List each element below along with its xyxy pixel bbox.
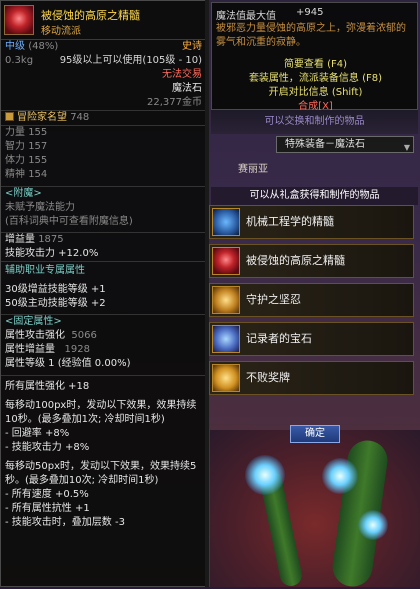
option-compare[interactable]: 开启对比信息 (Shift) xyxy=(212,83,419,98)
grade-row: 中级 (48%) 史诗 xyxy=(1,40,206,54)
category-dropdown[interactable]: 特殊装备－魔法石 ▼ xyxy=(276,136,414,153)
level-requirement: 95级以上可以使用(105级 - 10) xyxy=(59,55,202,66)
list-header: 可以从礼盒获得和制作的物品 xyxy=(211,187,418,205)
assist-heading: 辅助职业专属属性 xyxy=(5,265,85,276)
effect-section: 所有属性强化 +18 每移动100px时，发动以下效果，效果持续10秒。(最多叠… xyxy=(1,375,206,530)
list-item-label: 被侵蚀的高原之精髓 xyxy=(246,254,345,267)
item-price: 22,377金币 xyxy=(147,97,202,108)
option-brief-view[interactable]: 简要查看 (F4) xyxy=(212,55,419,70)
list-item[interactable]: 不败奖牌 xyxy=(209,361,414,395)
assist-section: 辅助职业专属属性 30级增益技能等级 +1 50级主动技能等级 +2 xyxy=(1,261,206,311)
effect-line: - 技能攻击力 +8% xyxy=(5,442,90,453)
glow-orb xyxy=(358,510,388,540)
item-grade: 中级 xyxy=(5,41,25,52)
assist-line: 30级增益技能等级 +1 xyxy=(5,284,106,295)
boost-row: 增益量 1875 xyxy=(5,234,64,245)
tooltip-header: 被侵蚀的高原之精髓 移动流派 xyxy=(1,1,206,40)
red-gem-icon xyxy=(212,247,240,275)
boost-section: 增益量 1875 技能攻击力 +12.0% xyxy=(1,232,206,261)
item-list: 机械工程学的精髓 被侵蚀的高原之精髓 守护之坚忍 记录者的宝石 不败奖牌 xyxy=(209,205,414,400)
gear-gem-icon xyxy=(212,208,240,236)
fame-label: 冒险家名望 xyxy=(17,112,67,123)
glow-orb xyxy=(322,458,358,494)
stat-row: 力量 155 xyxy=(5,127,48,138)
stats-section: 力量 155 智力 157 体力 155 精神 154 xyxy=(1,125,206,182)
weight-row: 0.3kg 95级以上可以使用(105级 - 10) xyxy=(1,54,206,68)
confirm-button[interactable]: 确定 xyxy=(290,425,340,443)
item-name: 被侵蚀的高原之精髓 xyxy=(41,9,140,22)
info-value: +945 xyxy=(296,7,324,18)
info-description: 被邪恶力量侵蚀的高原之上，弥漫着浓郁的雾气和沉重的寂静。 xyxy=(216,23,406,48)
medal-icon xyxy=(212,364,240,392)
npc-name: 赛丽亚 xyxy=(238,164,268,175)
list-item-label: 不败奖牌 xyxy=(246,371,290,384)
enchant-heading: <附魔> xyxy=(5,188,42,199)
item-tooltip: 被侵蚀的高原之精髓 移动流派 中级 (48%) 史诗 0.3kg 95级以上可以… xyxy=(0,0,207,587)
effect-desc: 每移动50px时，发动以下效果，效果持续5秒。(最多叠加10次; 冷却时间1秒) xyxy=(5,461,197,486)
item-icon xyxy=(4,5,34,35)
effect-line: - 技能攻击时，叠加层数 -3 xyxy=(5,517,125,528)
stat-row: 体力 155 xyxy=(5,155,48,166)
gem-icon xyxy=(212,325,240,353)
fixed-heading: <固定属性> xyxy=(5,316,62,327)
list-item[interactable]: 记录者的宝石 xyxy=(209,322,414,356)
info-tooltip: 魔法值最大值 +945 被邪恶力量侵蚀的高原之上，弥漫着浓郁的雾气和沉重的寂静。… xyxy=(211,2,419,112)
fixed-line: 属性等级 1 (经验值 0.00%) xyxy=(5,358,131,369)
list-item[interactable]: 守护之坚忍 xyxy=(209,283,414,317)
skill-attack: 技能攻击力 +12.0% xyxy=(5,248,99,259)
glow-orb xyxy=(245,455,285,495)
list-item-label: 记录者的宝石 xyxy=(246,332,312,345)
stat-row: 精神 154 xyxy=(5,169,48,180)
shield-icon xyxy=(212,286,240,314)
list-item[interactable]: 机械工程学的精髓 xyxy=(209,205,414,239)
enchant-hint: (百科词典中可查看附魔信息) xyxy=(5,216,133,227)
trade-row: 无法交易 xyxy=(1,68,206,82)
fame-value: 748 xyxy=(70,112,90,123)
effect-desc: 每移动100px时，发动以下效果，效果持续10秒。(最多叠加1次; 冷却时间1秒… xyxy=(5,400,197,425)
assist-line: 50级主动技能等级 +2 xyxy=(5,298,106,309)
exchange-bar: 可以交换和制作的物品 xyxy=(211,110,418,134)
chevron-down-icon: ▼ xyxy=(403,143,410,152)
price-row: 22,377金币 xyxy=(1,96,206,110)
fixed-line: 属性攻击强化 5066 xyxy=(5,330,97,341)
fame-row: 冒险家名望 748 xyxy=(1,110,206,125)
fame-icon xyxy=(5,112,14,121)
dropdown-value: 特殊装备－魔法石 xyxy=(285,139,365,150)
effect-line: - 所有速度 +0.5% xyxy=(5,489,89,500)
type-row: 魔法石 xyxy=(1,82,206,96)
effect-line: - 回避率 +8% xyxy=(5,428,70,439)
effect-line: - 所有属性抗性 +1 xyxy=(5,503,90,514)
trade-status: 无法交易 xyxy=(162,69,202,80)
item-weight: 0.3kg xyxy=(5,55,34,66)
enchant-none: 未赋予魔法能力 xyxy=(5,202,75,213)
fixed-line: 属性增益量 1928 xyxy=(5,344,90,355)
all-element: 所有属性强化 +18 xyxy=(5,381,90,392)
item-type: 魔法石 xyxy=(172,83,202,94)
stat-row: 智力 157 xyxy=(5,141,48,152)
list-item-label: 机械工程学的精髓 xyxy=(246,215,334,228)
list-item[interactable]: 被侵蚀的高原之精髓 xyxy=(209,244,414,278)
item-subtitle: 移动流派 xyxy=(41,26,81,37)
enchant-section: <附魔> 未赋予魔法能力 (百科词典中可查看附魔信息) xyxy=(1,186,206,229)
option-set-info[interactable]: 套装属性，流派装备信息 (F8) xyxy=(212,69,419,84)
list-item-label: 守护之坚忍 xyxy=(246,293,301,306)
grade-percent: (48%) xyxy=(28,41,59,52)
info-title: 魔法值最大值 xyxy=(216,11,276,22)
fixed-section: <固定属性> 属性攻击强化 5066 属性增益量 1928 属性等级 1 (经验… xyxy=(1,314,206,371)
item-rarity: 史诗 xyxy=(182,41,202,52)
carpet xyxy=(210,430,420,587)
